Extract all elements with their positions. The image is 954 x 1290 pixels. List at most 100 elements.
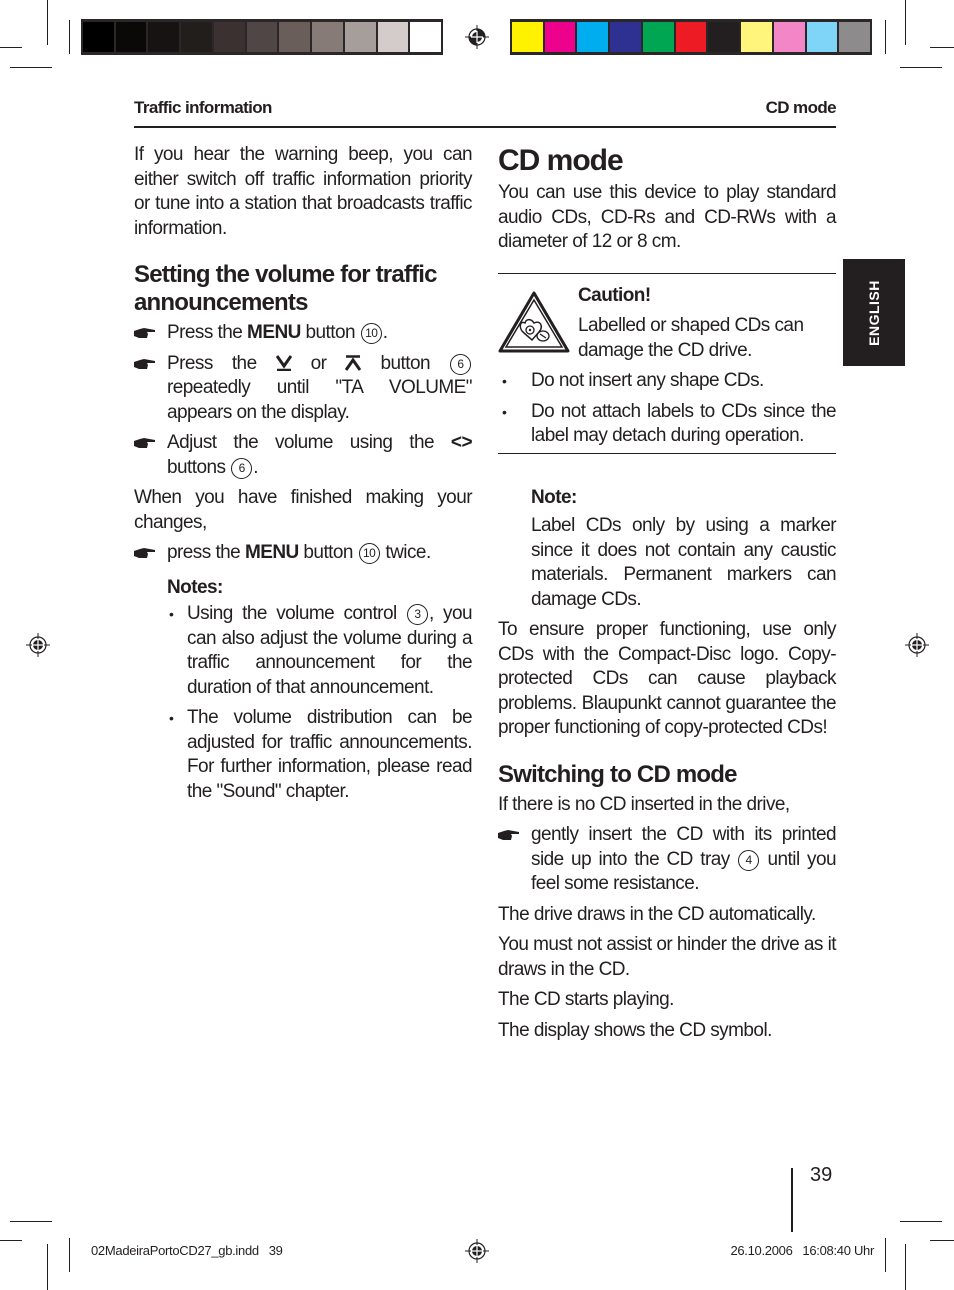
color-swatch [344, 22, 376, 52]
step-text: . [253, 456, 258, 478]
crop-mark [10, 67, 52, 68]
reference-number: 6 [450, 353, 471, 375]
step-text: Adjust the volume using the [167, 432, 451, 453]
instruction-step: Press the MENU button 10. [134, 321, 472, 346]
crop-mark [69, 20, 70, 54]
page-title: CD mode [498, 144, 624, 177]
color-swatch [312, 22, 343, 52]
caution-header: Caution! Labelled or shaped CDs can dama… [498, 284, 836, 364]
grayscale-calibration-bar [81, 19, 443, 55]
page-number: 39 [810, 1164, 833, 1186]
note-text: Using the volume control [187, 603, 406, 624]
step-text: repeatedly until "TA VOLUME" appears on … [167, 377, 473, 423]
body-paragraph: You must not assist or hinder the drive … [498, 934, 837, 980]
pointing-hand-icon [134, 548, 155, 558]
warning-cd-icon [498, 291, 570, 352]
running-header: Traffic information CD mode [134, 98, 837, 128]
switch-intro: If there is no CD inserted in the drive, [498, 793, 790, 815]
color-swatch [708, 22, 740, 52]
language-tab: ENGLISH [843, 259, 905, 366]
color-swatch [410, 22, 442, 52]
note-block: Note: Label CDs only by using a marker s… [498, 486, 837, 613]
color-swatch [213, 22, 245, 52]
crop-mark [930, 1240, 954, 1241]
color-swatch [181, 22, 212, 52]
color-swatch [741, 22, 772, 52]
pointing-hand-icon [134, 438, 155, 448]
notes-title: Notes: [167, 576, 223, 598]
crop-mark [47, 1244, 48, 1290]
menu-button-label: MENU [244, 542, 299, 563]
running-header-right: CD mode [765, 98, 837, 117]
menu-button-label: MENU [247, 322, 301, 343]
step-text: buttons [167, 456, 231, 478]
note-text: Label CDs only by using a marker since i… [531, 515, 837, 610]
reference-number: 6 [231, 457, 253, 479]
crop-mark [47, 0, 48, 45]
note-item: The volume distribution can be adjusted … [167, 706, 473, 804]
intro-paragraph: If you hear the warning beep, you can ei… [134, 144, 473, 239]
color-calibration-bar [510, 19, 872, 55]
color-swatch [839, 22, 871, 52]
step-text: button [298, 542, 358, 563]
color-swatch [806, 22, 838, 52]
color-swatch [279, 22, 311, 52]
crop-mark [905, 1244, 906, 1290]
reference-number: 3 [406, 604, 428, 625]
reference-number: 10 [358, 543, 380, 564]
running-header-left: Traffic information [134, 98, 272, 117]
finish-paragraph: When you have finished making your chang… [134, 487, 473, 533]
crop-mark [905, 0, 906, 45]
color-swatch [675, 22, 707, 52]
caution-text: Labelled or shaped CDs can damage the CD… [578, 315, 804, 361]
page-number-rule [791, 1168, 793, 1232]
caution-bullet: Do not insert any shape CDs. [498, 369, 836, 394]
body-paragraph: The display shows the CD symbol. [498, 1019, 772, 1041]
color-swatch [246, 22, 278, 52]
instruction-step: press the MENU button 10 twice. [134, 541, 472, 566]
crop-mark [69, 1238, 70, 1272]
section-heading: Switching to CD mode [498, 760, 737, 788]
note-title: Note: [531, 486, 577, 508]
color-swatch [115, 22, 147, 52]
color-swatch [577, 22, 609, 52]
section-heading: Setting the volume for traffic announcem… [134, 261, 438, 316]
left-column: If you hear the warning beep, you can ei… [134, 143, 473, 810]
crop-mark [900, 1221, 942, 1222]
intro-paragraph: You can use this device to play standard… [498, 182, 837, 252]
step-text: Press the [167, 322, 248, 343]
caution-box: Caution! Labelled or shaped CDs can dama… [498, 272, 837, 454]
step-text: Press the [167, 352, 276, 374]
color-swatch [83, 22, 114, 52]
color-swatch [512, 22, 543, 52]
step-text: twice. [380, 542, 431, 563]
up-arrow-button-icon [345, 354, 362, 371]
crop-mark [885, 1238, 886, 1272]
instruction-step: Press the or button 6 repeatedly until "… [134, 352, 473, 426]
functioning-paragraph: To ensure proper functioning, use only C… [498, 619, 837, 738]
caution-bullet: Do not attach labels to CDs since the la… [498, 400, 837, 449]
crop-mark [0, 47, 22, 48]
color-swatch [642, 22, 674, 52]
crop-mark [10, 1221, 52, 1222]
caution-title: Caution! [578, 284, 651, 306]
step-text: or [291, 352, 346, 374]
instruction-step: gently insert the CD with its printed si… [498, 823, 837, 897]
registration-mark-icon [905, 633, 929, 657]
slug-filename: 02MadeiraPortoCD27_gb.indd 39 [91, 1243, 283, 1258]
step-text: press the [167, 542, 245, 563]
body-paragraph: The drive draws in the CD automatically. [498, 903, 816, 925]
color-swatch [377, 22, 409, 52]
step-text: button [361, 352, 449, 374]
left-right-buttons-icon: <> [450, 432, 473, 453]
color-swatch [148, 22, 180, 52]
instruction-step: Adjust the volume using the <> buttons 6… [134, 431, 473, 480]
registration-mark-icon [465, 1239, 489, 1263]
crop-mark [0, 1240, 22, 1241]
right-column: CD mode You can use this device to play … [498, 143, 837, 1049]
registration-mark-icon [26, 633, 50, 657]
language-tab-label: ENGLISH [866, 279, 882, 346]
crop-mark [930, 47, 954, 48]
color-swatch [773, 22, 805, 52]
notes-block: Notes: Using the volume control 3, you c… [134, 576, 473, 805]
